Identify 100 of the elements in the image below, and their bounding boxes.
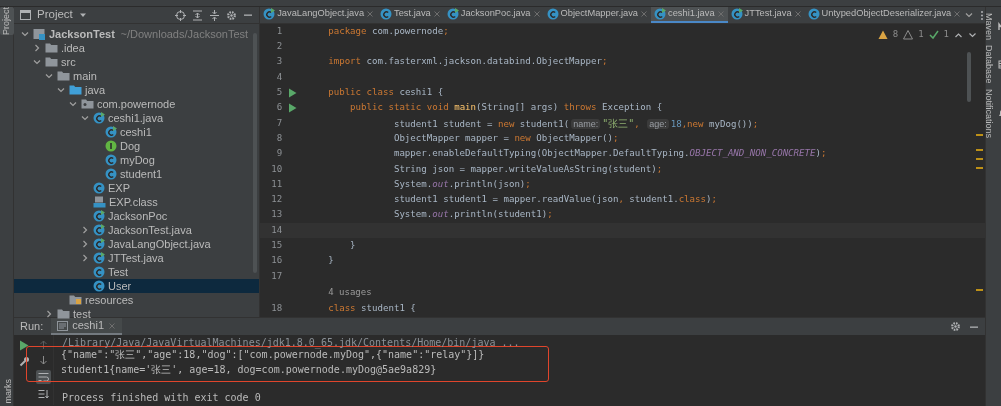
tool-window-button[interactable]: Database — [981, 45, 1001, 84]
line-number: 11 — [270, 177, 283, 191]
run-icon[interactable] — [19, 340, 29, 351]
run-icon[interactable] — [287, 103, 297, 114]
tree-item[interactable]: JacksonTest ~/Downloads/JacksonTest — [14, 26, 260, 41]
class-icon — [105, 153, 117, 166]
expand-all-icon[interactable] — [192, 9, 204, 21]
code-line: public static void main(String[] args) throws Exception { — [349, 101, 663, 115]
line-number: 5 — [275, 86, 283, 99]
sort-icon[interactable] — [38, 389, 49, 399]
tree-item[interactable]: Dog — [14, 138, 260, 153]
tool-window-label: marks — [2, 378, 13, 404]
down-arrow-icon[interactable] — [39, 355, 48, 365]
run-tab[interactable]: ceshi1 — [51, 318, 123, 335]
locate-icon[interactable] — [175, 9, 187, 21]
tree-item-label: resources — [85, 292, 134, 308]
tree-item-label: JacksonTest — [49, 26, 115, 42]
tree-item[interactable]: myDog — [14, 152, 260, 167]
line-number: 2 — [275, 40, 283, 54]
tree-item[interactable]: ceshi1 — [14, 124, 260, 139]
console-line: Process finished with exit code 0 — [62, 391, 262, 405]
tree-item[interactable]: java — [14, 82, 260, 97]
inspection-count: 1 — [918, 28, 924, 41]
tree-item[interactable]: student1 — [14, 166, 260, 181]
close-icon[interactable] — [532, 10, 541, 18]
tool-window-button[interactable]: Notifications — [981, 89, 1001, 139]
editor-tab[interactable]: JavaLangObject.java — [260, 7, 378, 23]
collapse-all-icon[interactable] — [209, 9, 221, 21]
tree-item[interactable]: JavaLangObject.java — [14, 236, 260, 251]
dropdown-caret-icon[interactable] — [78, 12, 87, 18]
editor-tab[interactable]: JacksonPoc.java — [443, 7, 544, 23]
warning-icon — [877, 29, 888, 40]
editor-tab[interactable]: Test.java — [377, 7, 444, 23]
chevron-right-icon[interactable] — [80, 238, 90, 249]
close-icon[interactable] — [953, 10, 962, 18]
tree-item-label: JavaLangObject.java — [108, 236, 211, 252]
tree-item[interactable]: JacksonPoc — [14, 208, 260, 223]
tree-item[interactable]: JTTest.java — [14, 250, 260, 265]
editor-tab[interactable]: JTTest.java — [727, 7, 805, 23]
tree-item[interactable]: resources — [14, 292, 260, 307]
line-number: 8 — [275, 131, 283, 145]
run-icon[interactable] — [287, 87, 297, 98]
tree-item[interactable]: .idea — [14, 40, 260, 55]
tree-item[interactable]: Test — [14, 264, 260, 279]
class-icon — [93, 237, 105, 250]
close-icon[interactable] — [432, 10, 441, 18]
chevron-right-icon[interactable] — [80, 224, 90, 235]
tree-item[interactable]: JacksonTest.java — [14, 222, 260, 237]
chevron-right-icon[interactable] — [80, 252, 90, 263]
console-icon — [57, 320, 69, 331]
wrench-icon[interactable] — [18, 356, 30, 367]
project-view-icon — [20, 10, 31, 20]
next-icon[interactable] — [968, 30, 977, 39]
scrollbar-thumb[interactable] — [253, 33, 258, 273]
editor-tab[interactable]: ceshi1.java — [651, 7, 728, 23]
more-icon[interactable] — [980, 9, 985, 21]
usages-hint[interactable]: 4 usages — [318, 285, 372, 300]
tree-item[interactable]: EXP — [14, 180, 260, 195]
close-icon[interactable] — [366, 10, 375, 18]
tab-list-icon[interactable] — [964, 10, 975, 20]
line-number: 18 — [270, 301, 283, 315]
tree-item-label: myDog — [120, 152, 155, 168]
tree-item[interactable]: com.powernode — [14, 96, 260, 111]
tree-item-label: java — [85, 82, 106, 98]
line-number: 13 — [270, 208, 283, 222]
soft-wrap-button[interactable] — [36, 370, 51, 384]
class-icon — [654, 8, 667, 20]
close-icon[interactable] — [108, 321, 117, 330]
code-line: class student1 { — [327, 301, 416, 315]
line-number: 10 — [270, 162, 283, 176]
chevron-right-icon[interactable] — [44, 308, 54, 319]
editor-tab[interactable]: ObjectMapper.java — [543, 7, 652, 23]
tool-window-button[interactable]: Project — [0, 7, 14, 35]
error-stripe-mark — [976, 289, 983, 291]
editor-tab[interactable]: UntypedObjectDeserializer.java — [804, 7, 965, 23]
class-icon — [93, 251, 105, 264]
previous-icon[interactable] — [954, 30, 963, 39]
tree-item[interactable]: src — [14, 54, 260, 69]
tree-item[interactable]: ceshi1.java — [14, 110, 260, 125]
close-icon[interactable] — [793, 10, 802, 18]
chevron-right-icon[interactable] — [32, 42, 42, 53]
line-number: 3 — [275, 55, 283, 69]
scrollbar-thumb[interactable] — [967, 52, 971, 102]
tree-item[interactable]: EXP.class — [14, 194, 260, 209]
settings-icon[interactable] — [950, 321, 961, 332]
compiled-file-icon — [93, 195, 106, 208]
tree-item[interactable]: test — [14, 306, 260, 321]
code-line: package com.powernode; — [327, 24, 449, 38]
code-line: import com.fasterxml.jackson.databind.ObjectMapper; — [327, 55, 608, 69]
resources-folder-icon — [69, 294, 82, 306]
tree-item[interactable]: main — [14, 68, 260, 83]
code-line: } — [349, 239, 356, 252]
line-number: 16 — [270, 254, 283, 268]
close-icon[interactable] — [640, 10, 649, 18]
tree-item[interactable]: User — [14, 278, 260, 293]
settings-icon[interactable] — [226, 9, 238, 21]
up-arrow-icon[interactable] — [39, 340, 48, 350]
tool-window-button[interactable]: Maven — [981, 12, 1001, 40]
class-icon — [93, 111, 105, 124]
tree-item-label: ceshi1.java — [108, 110, 164, 126]
